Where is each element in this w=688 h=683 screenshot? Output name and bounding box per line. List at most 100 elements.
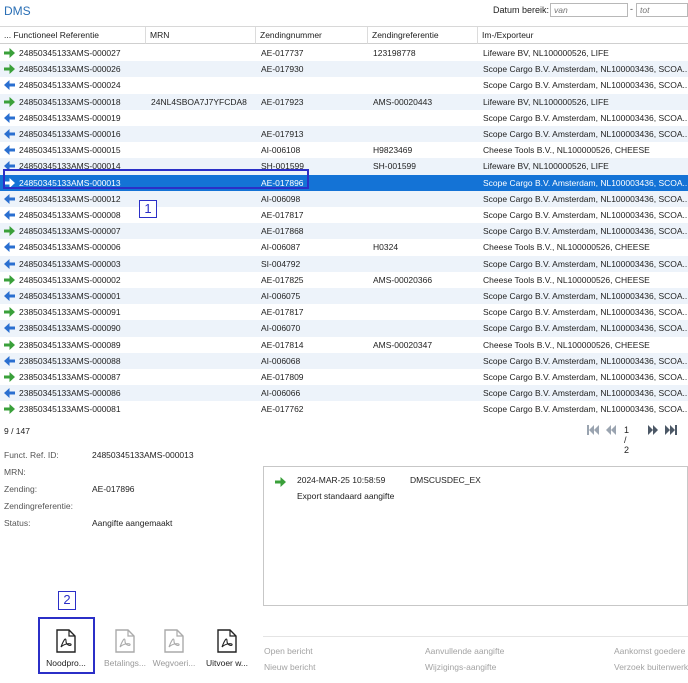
betalings-label: Betalings... bbox=[103, 658, 147, 668]
table-row[interactable]: 23850345133AMS-000087 AE-017809 Scope Carg… bbox=[0, 369, 688, 385]
cell-ref: 23850345133AMS-000091 bbox=[19, 307, 121, 318]
arrow-left-icon bbox=[4, 193, 15, 204]
cell-ref: 24850345133AMS-000026 bbox=[19, 64, 121, 75]
arrow-left-icon bbox=[4, 80, 15, 91]
detail-value-status: Aangifte aangemaakt bbox=[92, 518, 173, 528]
date-from-input[interactable] bbox=[550, 3, 628, 17]
cell-ref: 23850345133AMS-000088 bbox=[19, 355, 121, 366]
table-row[interactable]: 24850345133AMS-000007 AE-017868 Scope Carg… bbox=[0, 223, 688, 240]
table-row[interactable]: 24850345133AMS-000019 Scope Cargo B.V. Am… bbox=[0, 110, 688, 126]
date-range-separator: - bbox=[630, 4, 633, 14]
cell-ref: 24850345133AMS-000007 bbox=[19, 226, 121, 237]
cell-exporteur: Scope Cargo B.V. Amsterdam, NL100003436,… bbox=[483, 80, 688, 91]
table-row[interactable]: 24850345133AMS-000015 AI-006108 H9823469 Ch… bbox=[0, 142, 688, 158]
cell-zendingreferentie: AMS-00020366 bbox=[373, 274, 433, 285]
arrow-left-icon bbox=[4, 355, 15, 366]
supplementary-declaration-link[interactable]: Aanvullende aangifte bbox=[425, 646, 504, 656]
cell-zending: AE-017923 bbox=[261, 96, 304, 107]
cell-zendingreferentie: AMS-00020347 bbox=[373, 339, 433, 350]
date-to-input[interactable] bbox=[636, 3, 688, 17]
next-page-icon[interactable] bbox=[646, 424, 660, 436]
first-page-icon[interactable] bbox=[586, 424, 600, 436]
cell-ref: 24850345133AMS-000008 bbox=[19, 210, 121, 220]
previous-page-icon[interactable] bbox=[604, 424, 618, 436]
table-row[interactable]: 23850345133AMS-000088 AI-006068 Scope Carg… bbox=[0, 352, 688, 369]
column-header-ref[interactable]: ... Functioneel Referentie bbox=[0, 27, 146, 44]
log-entry[interactable]: 2024-MAR-25 10:58:59 DMSCUSDEC_EX Export… bbox=[264, 467, 687, 501]
cell-zendingreferentie: SH-001599 bbox=[373, 161, 417, 172]
arrival-goods-link[interactable]: Aankomst goedere bbox=[614, 646, 685, 656]
cell-exporteur: Scope Cargo B.V. Amsterdam, NL100003436,… bbox=[483, 323, 688, 334]
app-title: DMS bbox=[4, 4, 31, 18]
open-message-link[interactable]: Open bericht bbox=[264, 646, 313, 656]
table-row[interactable]: 24850345133AMS-000024 Scope Cargo B.V. Am… bbox=[0, 77, 688, 93]
table-row[interactable]: 24850345133AMS-000012 AI-006098 Scope Carg… bbox=[0, 190, 688, 207]
cell-zendingreferentie: H0324 bbox=[373, 242, 399, 253]
table-row[interactable]: 24850345133AMS-000018 24NL4SBOA7J7YFCDA8 A… bbox=[0, 93, 688, 110]
table-row[interactable]: 24850345133AMS-000002 AE-017825 AMS-000203… bbox=[0, 272, 688, 288]
cell-ref: 24850345133AMS-000018 bbox=[19, 96, 121, 107]
log-message-code: DMSCUSDEC_EX bbox=[410, 475, 481, 485]
declarations-grid: ... Functioneel Referentie MRN Zendingnu… bbox=[0, 26, 688, 422]
table-row[interactable]: 23850345133AMS-000081 AE-017762 Scope Carg… bbox=[0, 401, 688, 417]
table-row[interactable]: 24850345133AMS-000006 AI-006087 H0324 Chees… bbox=[0, 239, 688, 255]
wegvoering-button[interactable]: Wegvoeri... bbox=[146, 617, 202, 671]
amendment-declaration-link[interactable]: Wijzigings-aangifte bbox=[425, 662, 496, 672]
cell-ref: 23850345133AMS-000089 bbox=[19, 339, 121, 350]
cell-ref: 24850345133AMS-000006 bbox=[19, 242, 121, 253]
detail-value-zending: AE-017896 bbox=[92, 484, 135, 494]
table-row[interactable]: 23850345133AMS-000090 AI-006070 Scope Carg… bbox=[0, 320, 688, 337]
table-row[interactable]: 24850345133AMS-000003 SI-004792 Scope Carg… bbox=[0, 255, 688, 272]
table-row[interactable]: 24850345133AMS-000016 AE-017913 Scope Carg… bbox=[0, 126, 688, 143]
cell-zending: AE-017825 bbox=[261, 274, 304, 285]
cell-ref: 24850345133AMS-000012 bbox=[19, 193, 121, 204]
cell-exporteur: Scope Cargo B.V. Amsterdam, NL100003436,… bbox=[483, 307, 688, 318]
column-header-zending[interactable]: Zendingnummer bbox=[256, 27, 368, 44]
arrow-right-icon bbox=[4, 307, 15, 318]
cell-exporteur: Scope Cargo B.V. Amsterdam, NL100003436,… bbox=[483, 226, 688, 237]
arrow-right-icon bbox=[4, 404, 15, 415]
column-header-exporteur[interactable]: Im-/Exporteur bbox=[478, 27, 688, 44]
cell-zending: AE-017817 bbox=[261, 307, 304, 318]
arrow-left-icon bbox=[4, 145, 15, 156]
arrow-left-icon bbox=[4, 112, 15, 123]
request-outside-work-link[interactable]: Verzoek buitenwerk bbox=[614, 662, 688, 672]
wegvoering-label: Wegvoeri... bbox=[152, 658, 196, 668]
cell-exporteur: Scope Cargo B.V. Amsterdam, NL100003436,… bbox=[483, 372, 688, 382]
cell-ref: 23850345133AMS-000086 bbox=[19, 388, 121, 399]
table-row[interactable]: 24850345133AMS-000027 AE-017737 123198778 L… bbox=[0, 45, 688, 61]
column-header-mrn[interactable]: MRN bbox=[146, 27, 256, 44]
message-log: 2024-MAR-25 10:58:59 DMSCUSDEC_EX Export… bbox=[263, 466, 688, 606]
cell-ref: 24850345133AMS-000003 bbox=[19, 258, 121, 269]
cell-ref: 23850345133AMS-000090 bbox=[19, 323, 121, 334]
annotation-badge-2: 2 bbox=[58, 591, 76, 610]
cell-ref: 24850345133AMS-000016 bbox=[19, 129, 121, 139]
cell-zending: AI-006098 bbox=[261, 193, 301, 204]
table-row[interactable]: 23850345133AMS-000091 AE-017817 Scope Carg… bbox=[0, 304, 688, 320]
table-row[interactable]: 24850345133AMS-000001 AI-006075 Scope Carg… bbox=[0, 288, 688, 305]
row-count: 9 / 147 bbox=[4, 426, 30, 436]
cell-mrn: 24NL4SBOA7J7YFCDA8 bbox=[151, 96, 247, 107]
cell-exporteur: Scope Cargo B.V. Amsterdam, NL100003436,… bbox=[483, 210, 688, 220]
cell-zending: AI-006075 bbox=[261, 291, 301, 301]
pdf-icon bbox=[115, 629, 135, 653]
uitvoer-button[interactable]: Uitvoer w... bbox=[199, 617, 255, 671]
cell-ref: 23850345133AMS-000081 bbox=[19, 404, 121, 415]
table-row[interactable]: 24850345133AMS-000026 AE-017930 Scope Carg… bbox=[0, 61, 688, 78]
log-timestamp: 2024-MAR-25 10:58:59 bbox=[297, 475, 386, 485]
column-header-zendingreferentie[interactable]: Zendingreferentie bbox=[368, 27, 478, 44]
arrow-left-icon bbox=[4, 242, 15, 253]
cell-exporteur: Scope Cargo B.V. Amsterdam, NL100003436,… bbox=[483, 177, 688, 188]
table-row[interactable]: 23850345133AMS-000089 AE-017814 AMS-000203… bbox=[0, 337, 688, 353]
last-page-icon[interactable] bbox=[664, 424, 678, 436]
cell-zending: AI-006066 bbox=[261, 388, 301, 399]
betalings-button[interactable]: Betalings... bbox=[97, 617, 153, 671]
cell-exporteur: Cheese Tools B.V., NL100000526, CHEESE bbox=[483, 339, 650, 350]
new-message-link[interactable]: Nieuw bericht bbox=[264, 662, 316, 672]
detail-value-ref: 24850345133AMS-000013 bbox=[92, 450, 194, 460]
table-row[interactable]: 23850345133AMS-000086 AI-006066 Scope Carg… bbox=[0, 385, 688, 402]
cell-exporteur: Lifeware BV, NL100000526, LIFE bbox=[483, 96, 609, 107]
table-row[interactable]: 24850345133AMS-000008 AE-017817 Scope Carg… bbox=[0, 207, 688, 223]
cell-exporteur: Cheese Tools B.V., NL100000526, CHEESE bbox=[483, 242, 650, 253]
arrow-right-icon bbox=[4, 64, 15, 75]
